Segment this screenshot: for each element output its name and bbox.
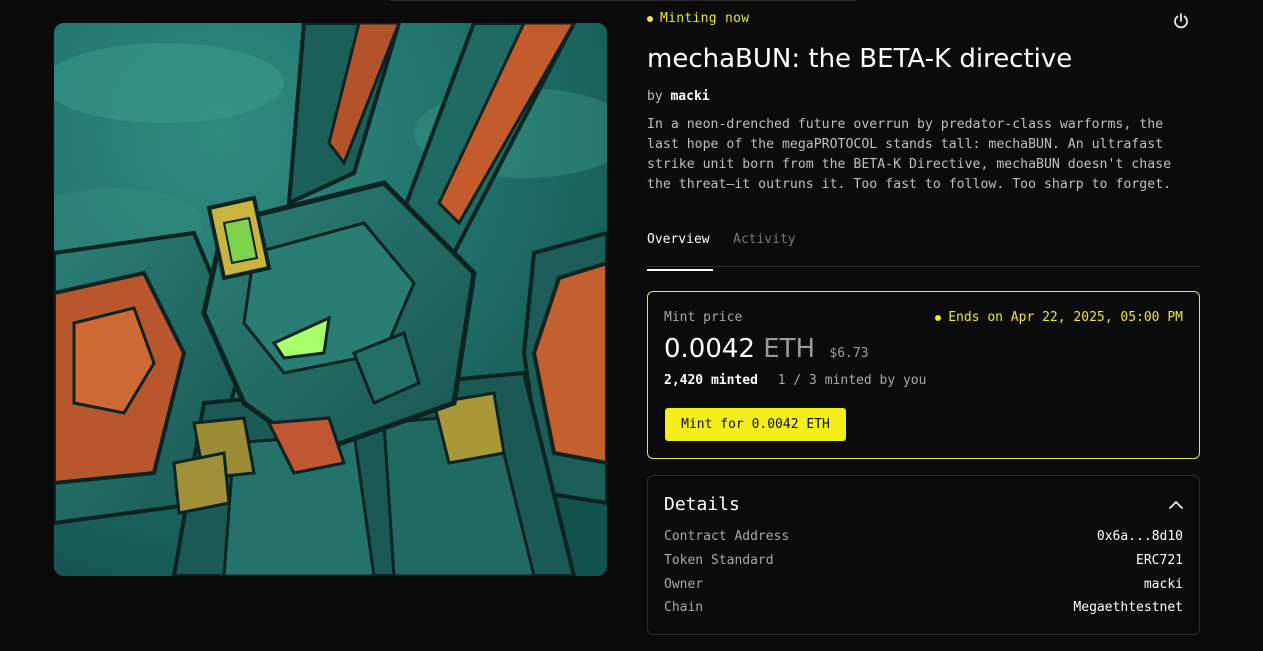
minted-by-you: 1 / 3 minted by you bbox=[777, 373, 927, 388]
mint-end-time: Ends on Apr 22, 2025, 05:00 PM bbox=[935, 310, 1183, 325]
token-standard-value: ERC721 bbox=[1136, 553, 1183, 568]
page-title: mechaBUN: the BETA-K directive bbox=[647, 44, 1073, 74]
mint-end-label: Ends on Apr 22, 2025, 05:00 PM bbox=[948, 310, 1183, 325]
status-label: Minting now bbox=[660, 11, 750, 26]
price-usd: $6.73 bbox=[829, 346, 869, 361]
power-icon[interactable] bbox=[1171, 11, 1191, 31]
mint-counts: 2,420 minted 1 / 3 minted by you bbox=[664, 373, 926, 388]
details-panel: Details Contract Address 0x6a...8d10 Tok… bbox=[647, 475, 1200, 635]
top-divider bbox=[390, 0, 856, 1]
tab-overview[interactable]: Overview bbox=[647, 232, 713, 271]
nft-artwork bbox=[54, 23, 607, 576]
mint-button[interactable]: Mint for 0.0042 ETH bbox=[665, 408, 846, 441]
mint-price-label: Mint price bbox=[664, 310, 743, 325]
owner-value[interactable]: macki bbox=[1144, 577, 1183, 592]
contract-address-value[interactable]: 0x6a...8d10 bbox=[1097, 529, 1183, 544]
details-title: Details bbox=[664, 494, 740, 515]
description: In a neon-drenched future overrun by pre… bbox=[647, 117, 1172, 192]
dot-icon bbox=[935, 314, 942, 321]
price-unit: ETH bbox=[763, 334, 816, 364]
chain-value: Megaethtestnet bbox=[1073, 600, 1183, 615]
detail-key: Contract Address bbox=[664, 529, 790, 544]
author-link[interactable]: macki bbox=[670, 89, 709, 104]
detail-key: Token Standard bbox=[664, 553, 774, 568]
detail-row-contract: Contract Address 0x6a...8d10 bbox=[664, 529, 1183, 544]
detail-key: Chain bbox=[664, 600, 704, 615]
tab-bar: Overview Activity bbox=[647, 232, 1200, 271]
dot-icon bbox=[647, 15, 653, 22]
minting-status: Minting now bbox=[647, 11, 749, 26]
price-value: 0.0042 bbox=[664, 334, 755, 364]
byline: by macki bbox=[647, 89, 710, 104]
detail-row-chain: Chain Megaethtestnet bbox=[664, 600, 1183, 615]
detail-key: Owner bbox=[664, 577, 704, 592]
mint-price: 0.0042 ETH $6.73 bbox=[664, 334, 869, 364]
byline-prefix: by bbox=[647, 89, 663, 104]
detail-row-owner: Owner macki bbox=[664, 577, 1183, 592]
tab-activity[interactable]: Activity bbox=[733, 232, 796, 256]
minted-count: 2,420 minted bbox=[664, 373, 758, 388]
detail-row-standard: Token Standard ERC721 bbox=[664, 553, 1183, 568]
chevron-up-icon[interactable] bbox=[1167, 496, 1185, 514]
mint-panel: Mint price Ends on Apr 22, 2025, 05:00 P… bbox=[647, 291, 1200, 459]
